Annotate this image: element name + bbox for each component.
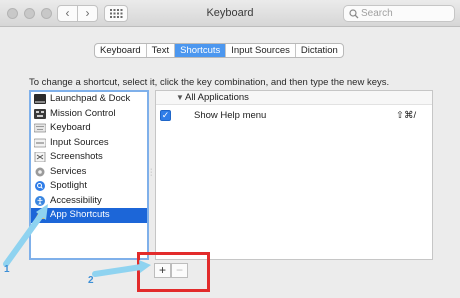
shortcut-enabled-checkbox[interactable]: ✓	[160, 110, 171, 121]
search-field[interactable]	[343, 5, 455, 22]
annotation-arrow-1	[3, 204, 48, 267]
category-label: App Shortcuts	[50, 209, 110, 220]
instruction-text: To change a shortcut, select it, click t…	[29, 77, 390, 88]
input-sources-icon	[34, 138, 46, 147]
grid-icon	[110, 9, 123, 18]
group-label: All Applications	[185, 92, 249, 103]
tab-text[interactable]: Text	[147, 44, 176, 57]
title-bar: ‹ › Keyboard	[0, 0, 460, 27]
annotation-number-1: 1	[4, 264, 10, 275]
tab-input-sources[interactable]: Input Sources	[226, 44, 296, 57]
category-label: Mission Control	[50, 107, 116, 119]
search-icon	[349, 9, 359, 19]
group-row-all-applications[interactable]: ▼ All Applications	[156, 91, 432, 105]
category-mission-control[interactable]: Mission Control	[31, 107, 147, 122]
category-screenshots[interactable]: Screenshots	[31, 150, 147, 165]
shortcuts-table: ▼ All Applications ✓ Show Help menu ⇧⌘/	[155, 90, 433, 260]
shortcut-name[interactable]: Show Help menu	[194, 110, 266, 121]
checkmark-icon: ✓	[161, 110, 170, 120]
shortcut-row[interactable]: ✓ Show Help menu ⇧⌘/	[156, 109, 432, 123]
tab-keyboard[interactable]: Keyboard	[95, 44, 147, 57]
keyboard-preferences-window: ‹ › Keyboard Keyboard Text Shortcuts Inp…	[0, 0, 460, 298]
category-input-sources[interactable]: Input Sources	[31, 136, 147, 151]
category-label: Screenshots	[50, 151, 103, 162]
show-all-button[interactable]	[104, 5, 128, 22]
category-label: Accessibility	[50, 194, 102, 206]
minimize-window-button[interactable]	[24, 8, 35, 19]
category-label: Services	[50, 165, 87, 177]
chevron-right-icon: ›	[85, 6, 90, 20]
pane-splitter-handle[interactable]: · · ·	[150, 166, 152, 179]
tab-dictation[interactable]: Dictation	[296, 44, 343, 57]
remove-shortcut-button[interactable]: −	[171, 263, 188, 278]
category-services[interactable]: Services	[31, 165, 147, 180]
close-window-button[interactable]	[7, 8, 18, 19]
disclosure-triangle-icon[interactable]: ▼	[176, 93, 184, 102]
category-label: Launchpad & Dock	[50, 93, 131, 104]
category-launchpad-dock[interactable]: Launchpad & Dock	[31, 92, 147, 107]
category-label: Spotlight	[50, 180, 87, 191]
zoom-window-button[interactable]	[41, 8, 52, 19]
launchpad-icon	[34, 94, 46, 104]
services-icon	[35, 167, 45, 176]
category-label: Input Sources	[50, 136, 109, 148]
category-label: Keyboard	[50, 122, 91, 133]
mission-control-icon	[34, 108, 46, 119]
keyboard-icon	[34, 123, 46, 133]
add-shortcut-button[interactable]: +	[154, 263, 171, 278]
tab-shortcuts[interactable]: Shortcuts	[175, 44, 227, 57]
annotation-number-2: 2	[88, 275, 94, 286]
back-button[interactable]: ‹	[57, 5, 78, 22]
category-keyboard[interactable]: Keyboard	[31, 121, 147, 136]
window-title: Keyboard	[206, 7, 254, 19]
chevron-left-icon: ‹	[65, 6, 70, 20]
shortcut-keys[interactable]: ⇧⌘/	[396, 110, 416, 121]
screenshots-icon	[34, 152, 46, 162]
search-input[interactable]	[361, 7, 449, 20]
forward-button[interactable]: ›	[77, 5, 98, 22]
tab-bar: Keyboard Text Shortcuts Input Sources Di…	[94, 43, 344, 58]
